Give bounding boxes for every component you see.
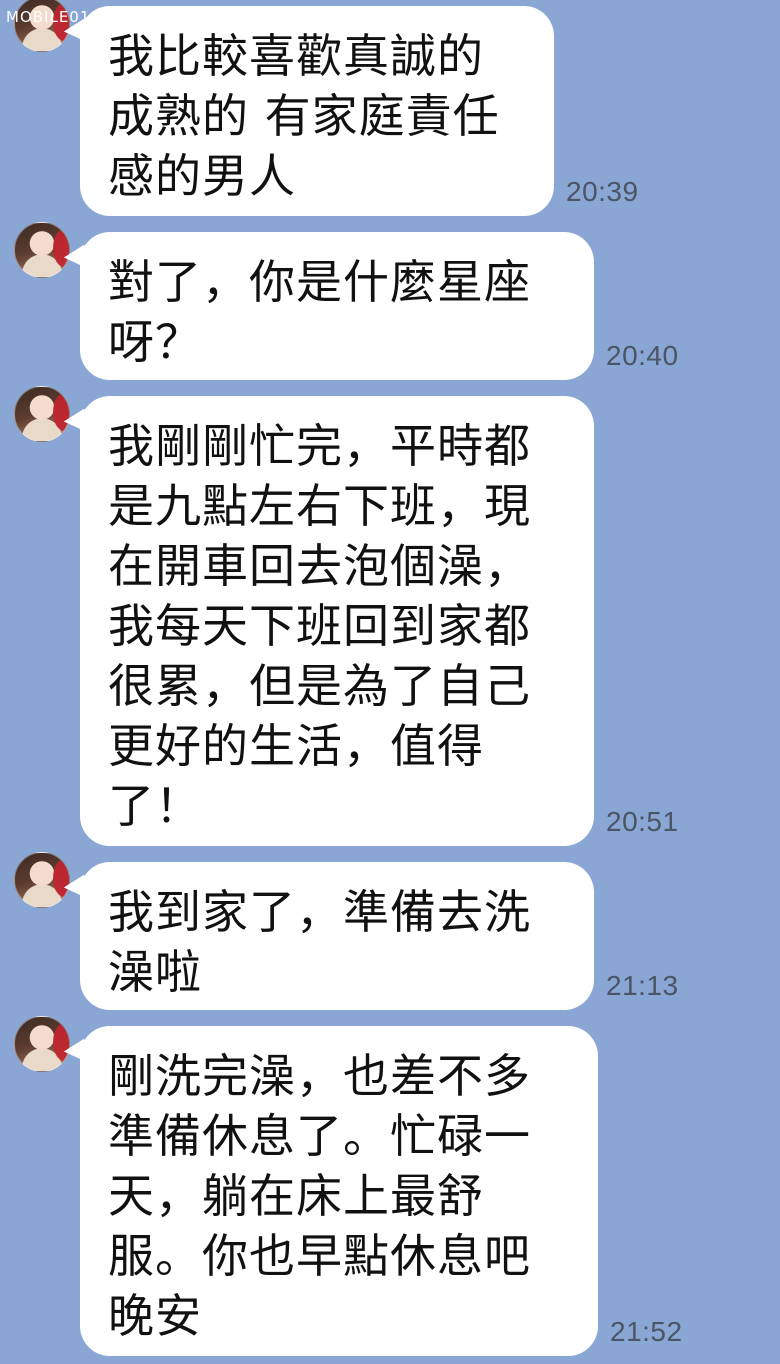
- watermark-text: MOBILE01: [6, 8, 91, 26]
- message-bubble[interactable]: 剛洗完澡，也差不多 準備休息了。忙碌一 天，躺在床上最舒 服。你也早點休息吧 晚…: [80, 1026, 598, 1356]
- smiley-icon: [92, 9, 109, 25]
- avatar[interactable]: [14, 222, 70, 278]
- message-bubble[interactable]: 我到家了，準備去洗 澡啦: [80, 862, 594, 1010]
- watermark: MOBILE01: [6, 6, 109, 28]
- message-bubble[interactable]: 我比較喜歡真誠的 成熟的 有家庭責任 感的男人: [80, 6, 554, 216]
- avatar[interactable]: [14, 1016, 70, 1072]
- chat-area[interactable]: MOBILE01 我比較喜歡真誠的 成熟的 有家庭責任 感的男人 20:39 對…: [0, 0, 780, 1364]
- message-bubble[interactable]: 對了，你是什麼星座 呀？: [80, 232, 594, 380]
- message-time: 20:40: [606, 340, 679, 371]
- message-time: 20:51: [606, 806, 679, 837]
- message-time: 21:52: [610, 1316, 683, 1347]
- message-time: 20:39: [566, 176, 639, 207]
- message-bubble[interactable]: 我剛剛忙完，平時都 是九點左右下班，現 在開車回去泡個澡， 我每天下班回到家都 …: [80, 396, 594, 846]
- message-time: 21:13: [606, 970, 679, 1001]
- avatar[interactable]: [14, 386, 70, 442]
- avatar[interactable]: [14, 852, 70, 908]
